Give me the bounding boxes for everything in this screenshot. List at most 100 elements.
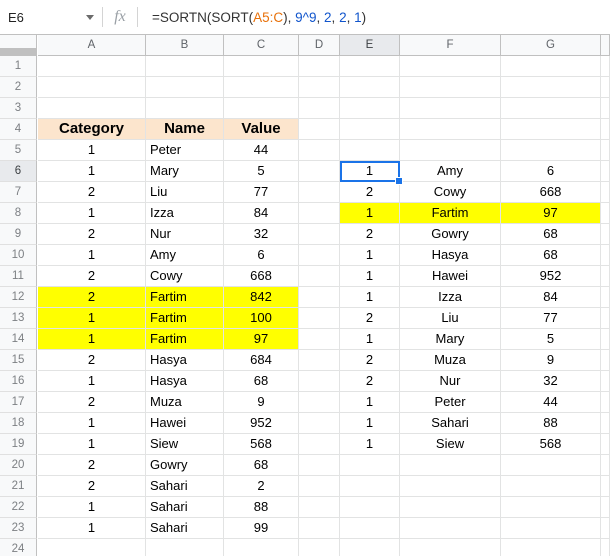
source-cell-name-r11[interactable]: Cowy <box>146 266 224 287</box>
source-cell-value-r22[interactable]: 88 <box>224 497 299 518</box>
cell-E5[interactable] <box>340 140 400 161</box>
row-header-16[interactable]: 16 <box>0 371 37 392</box>
result-cell-name-r15[interactable]: Muza <box>400 350 501 371</box>
cell-A2[interactable] <box>38 77 146 98</box>
spreadsheet-grid-viewport[interactable]: A B C D E F G 1 2 3 4 5 6 7 8 9 10 11 12 13 14 15 16 17 18 19 20 21… <box>0 35 610 556</box>
cell-H4[interactable] <box>601 119 610 140</box>
result-cell-value-r8[interactable]: 97 <box>501 203 601 224</box>
cell-H9[interactable] <box>601 224 610 245</box>
cell-D17[interactable] <box>299 392 340 413</box>
column-header-f[interactable]: F <box>400 35 501 56</box>
cell-A1[interactable] <box>38 56 146 77</box>
result-cell-value-r12[interactable]: 84 <box>501 287 601 308</box>
result-cell-category-r6[interactable]: 1 <box>340 161 400 182</box>
source-cell-category-r23[interactable]: 1 <box>38 518 146 539</box>
result-cell-name-r11[interactable]: Hawei <box>400 266 501 287</box>
cell-H3[interactable] <box>601 98 610 119</box>
result-cell-name-r12[interactable]: Izza <box>400 287 501 308</box>
cell-E1[interactable] <box>340 56 400 77</box>
cell-H24[interactable] <box>601 539 610 556</box>
cell-D6[interactable] <box>299 161 340 182</box>
cell-H13[interactable] <box>601 308 610 329</box>
source-cell-name-r20[interactable]: Gowry <box>146 455 224 476</box>
source-cell-name-r22[interactable]: Sahari <box>146 497 224 518</box>
row-header-18[interactable]: 18 <box>0 413 37 434</box>
cell-G22[interactable] <box>501 497 601 518</box>
cell-D23[interactable] <box>299 518 340 539</box>
result-cell-category-r14[interactable]: 1 <box>340 329 400 350</box>
cell-D8[interactable] <box>299 203 340 224</box>
cell-G21[interactable] <box>501 476 601 497</box>
result-cell-name-r13[interactable]: Liu <box>400 308 501 329</box>
cell-G4[interactable] <box>501 119 601 140</box>
row-header-22[interactable]: 22 <box>0 497 37 518</box>
result-cell-category-r18[interactable]: 1 <box>340 413 400 434</box>
cell-B3[interactable] <box>146 98 224 119</box>
result-cell-value-r19[interactable]: 568 <box>501 434 601 455</box>
source-cell-category-r12[interactable]: 2 <box>38 287 146 308</box>
row-header-9[interactable]: 9 <box>0 224 37 245</box>
column-header-d[interactable]: D <box>299 35 340 56</box>
cell-H14[interactable] <box>601 329 610 350</box>
cell-H20[interactable] <box>601 455 610 476</box>
source-cell-name-r18[interactable]: Hawei <box>146 413 224 434</box>
cell-D24[interactable] <box>299 539 340 556</box>
cell-E23[interactable] <box>340 518 400 539</box>
cell-D5[interactable] <box>299 140 340 161</box>
row-header-3[interactable]: 3 <box>0 98 37 119</box>
cell-F20[interactable] <box>400 455 501 476</box>
source-cell-value-r7[interactable]: 77 <box>224 182 299 203</box>
result-cell-name-r16[interactable]: Nur <box>400 371 501 392</box>
source-cell-value-r18[interactable]: 952 <box>224 413 299 434</box>
result-cell-category-r9[interactable]: 2 <box>340 224 400 245</box>
source-cell-category-r11[interactable]: 2 <box>38 266 146 287</box>
cell-H6[interactable] <box>601 161 610 182</box>
cell-H11[interactable] <box>601 266 610 287</box>
cell-D3[interactable] <box>299 98 340 119</box>
result-cell-category-r12[interactable]: 1 <box>340 287 400 308</box>
fill-handle[interactable] <box>395 177 403 185</box>
column-header-a[interactable]: A <box>38 35 146 56</box>
row-header-10[interactable]: 10 <box>0 245 37 266</box>
source-cell-value-r21[interactable]: 2 <box>224 476 299 497</box>
cell-F24[interactable] <box>400 539 501 556</box>
cell-D7[interactable] <box>299 182 340 203</box>
source-cell-category-r18[interactable]: 1 <box>38 413 146 434</box>
source-header-value[interactable]: Value <box>224 119 299 140</box>
cell-H8[interactable] <box>601 203 610 224</box>
cell-E20[interactable] <box>340 455 400 476</box>
cell-H5[interactable] <box>601 140 610 161</box>
source-cell-value-r11[interactable]: 668 <box>224 266 299 287</box>
cell-F3[interactable] <box>400 98 501 119</box>
result-cell-name-r6[interactable]: Amy <box>400 161 501 182</box>
result-cell-value-r13[interactable]: 77 <box>501 308 601 329</box>
cell-D19[interactable] <box>299 434 340 455</box>
cell-G23[interactable] <box>501 518 601 539</box>
cell-E24[interactable] <box>340 539 400 556</box>
result-cell-name-r7[interactable]: Cowy <box>400 182 501 203</box>
source-cell-category-r16[interactable]: 1 <box>38 371 146 392</box>
row-header-8[interactable]: 8 <box>0 203 37 224</box>
cell-B1[interactable] <box>146 56 224 77</box>
source-cell-value-r8[interactable]: 84 <box>224 203 299 224</box>
cell-F21[interactable] <box>400 476 501 497</box>
row-header-4[interactable]: 4 <box>0 119 37 140</box>
column-header-h-partial[interactable] <box>601 35 610 56</box>
cell-E2[interactable] <box>340 77 400 98</box>
cell-C3[interactable] <box>224 98 299 119</box>
result-cell-name-r14[interactable]: Mary <box>400 329 501 350</box>
cell-D2[interactable] <box>299 77 340 98</box>
source-cell-value-r23[interactable]: 99 <box>224 518 299 539</box>
cell-H17[interactable] <box>601 392 610 413</box>
cell-F22[interactable] <box>400 497 501 518</box>
result-cell-name-r19[interactable]: Siew <box>400 434 501 455</box>
cell-G1[interactable] <box>501 56 601 77</box>
source-cell-name-r17[interactable]: Muza <box>146 392 224 413</box>
source-cell-name-r5[interactable]: Peter <box>146 140 224 161</box>
cell-D16[interactable] <box>299 371 340 392</box>
result-cell-category-r8[interactable]: 1 <box>340 203 400 224</box>
result-cell-category-r19[interactable]: 1 <box>340 434 400 455</box>
source-cell-value-r13[interactable]: 100 <box>224 308 299 329</box>
cell-G5[interactable] <box>501 140 601 161</box>
column-header-g[interactable]: G <box>501 35 601 56</box>
